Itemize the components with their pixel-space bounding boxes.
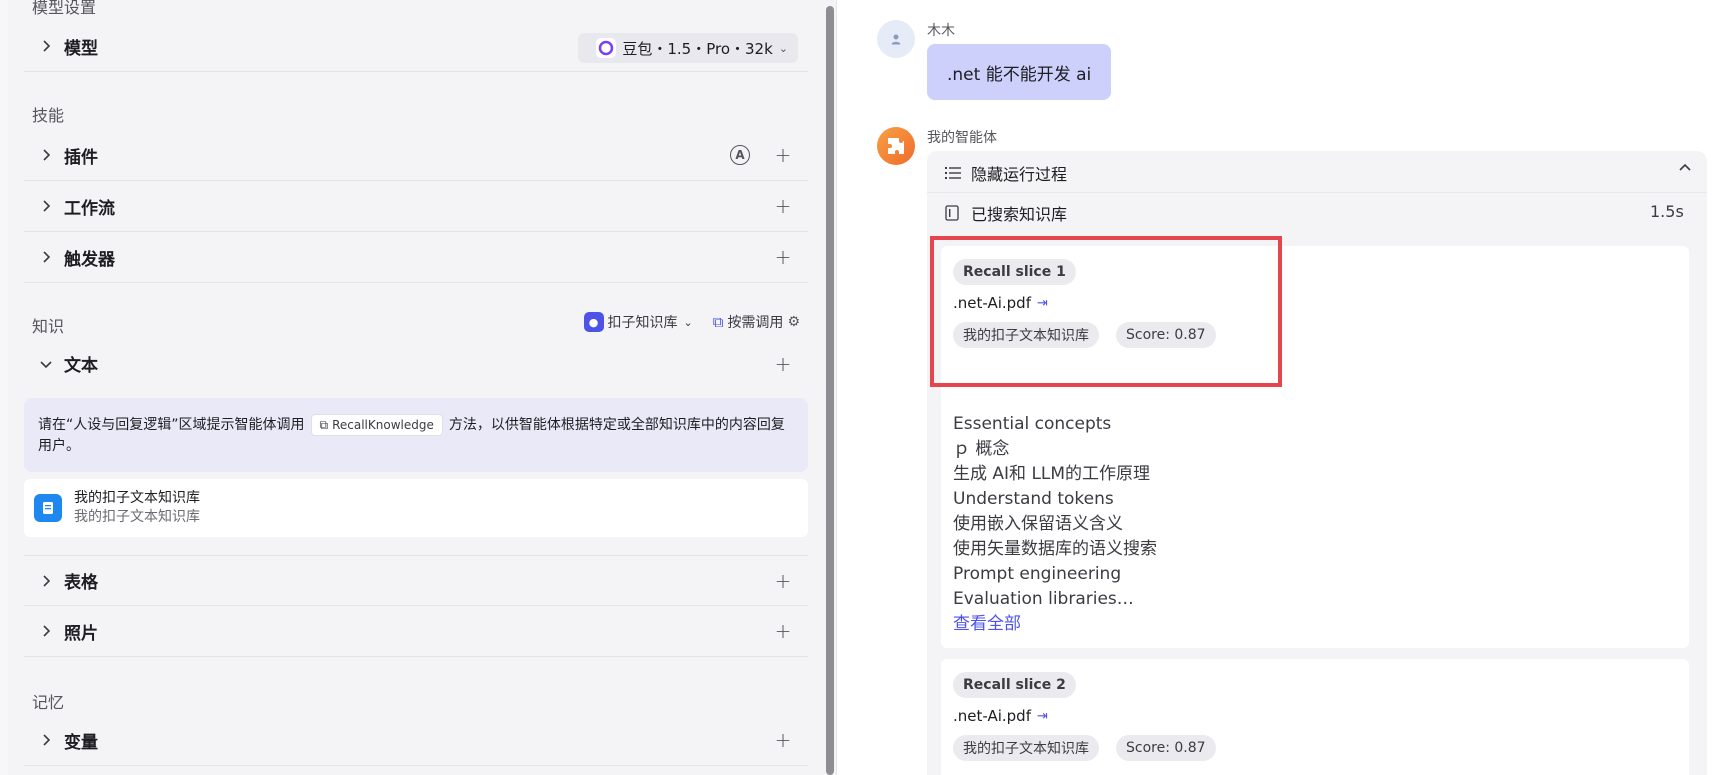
skill-label: 插件: [64, 147, 98, 168]
kb-item[interactable]: 我的扣子文本知识库 我的扣子文本知识库: [24, 479, 808, 537]
chevron-down-icon[interactable]: ⌄: [684, 316, 693, 329]
model-select[interactable]: 豆包・1.5・Pro・32k ⌄: [578, 33, 798, 63]
add-variable-button[interactable]: +: [772, 728, 794, 752]
skill-label: 工作流: [64, 198, 115, 219]
search-step-label: 已搜索知识库: [971, 205, 1068, 224]
auto-badge-icon[interactable]: A: [730, 145, 750, 165]
memory-title: 记忆: [32, 693, 65, 712]
model-select-value: 豆包・1.5・Pro・32k: [622, 39, 773, 58]
knowledge-tools: ● 扣子知识库 ⌄ ⧉ 按需调用 ⚙: [583, 312, 800, 332]
model-section-title: 模型设置: [32, 0, 97, 17]
kb-source-select[interactable]: 扣子知识库: [608, 312, 678, 332]
knowledge-title: 知识: [32, 317, 65, 336]
content-line: 使用矢量数据库的语义搜索: [953, 539, 1157, 559]
content-line: Prompt engineering: [953, 564, 1122, 584]
skill-label: 触发器: [64, 249, 115, 270]
open-link-icon: ⇥: [1037, 708, 1048, 724]
add-text-button[interactable]: +: [772, 352, 794, 376]
skill-row-plugin[interactable]: 插件 A +: [24, 130, 808, 181]
scrollbar-thumb[interactable]: [826, 6, 834, 775]
kb-item-desc: 我的扣子文本知识库: [74, 509, 200, 525]
view-all-link[interactable]: 查看全部: [953, 612, 1157, 637]
recall-knowledge-label: RecallKnowledge: [332, 418, 434, 432]
content-line: 使用嵌入保留语义含义: [953, 514, 1123, 534]
kb-mode-button[interactable]: 按需调用: [727, 312, 783, 332]
add-workflow-button[interactable]: +: [772, 194, 794, 218]
slice-kb-tag: 我的扣子文本知识库: [953, 735, 1099, 761]
doubao-logo-icon: [596, 38, 617, 58]
recall-hint: 请在“人设与回复逻辑”区域提示智能体调用 ⧉ RecallKnowledge 方法，以…: [24, 398, 808, 472]
search-time: 1.5s: [1650, 202, 1684, 221]
hide-process-label: 隐藏运行过程: [971, 165, 1068, 184]
skill-row-workflow[interactable]: 工作流 +: [24, 181, 808, 232]
hide-process-toggle[interactable]: 隐藏运行过程: [945, 161, 1067, 185]
chevron-down-icon: [38, 356, 54, 372]
add-plugin-button[interactable]: +: [772, 143, 794, 167]
chevron-right-icon: [38, 623, 54, 639]
skill-row-trigger[interactable]: 触发器 +: [24, 232, 808, 283]
slice-score-tag: Score: 0.87: [1116, 735, 1216, 761]
scrollbar[interactable]: [824, 0, 836, 775]
chevron-down-icon: ⌄: [778, 41, 788, 55]
content-line: Evaluation libraries…: [953, 589, 1134, 609]
search-step: 已搜索知识库: [945, 201, 1067, 225]
photo-row[interactable]: 照片 +: [24, 606, 808, 657]
config-panel: 模型设置 模型 豆包・1.5・Pro・32k ⌄ 技能 插件 A + 工作流 +: [8, 0, 824, 775]
user-avatar: [877, 20, 915, 58]
slice-title: Recall slice 2: [953, 672, 1076, 698]
content-line: Understand tokens: [953, 489, 1114, 509]
recall-knowledge-chip[interactable]: ⧉ RecallKnowledge: [310, 414, 443, 436]
slice-content: Essential concepts ｐ 概念 生成 AI和 LLM的工作原理 …: [953, 412, 1157, 637]
content-line: Essential concepts: [953, 414, 1112, 434]
table-row[interactable]: 表格 +: [24, 555, 808, 606]
user-message: .net 能不能开发 ai: [927, 44, 1112, 100]
text-row[interactable]: 文本 +: [24, 338, 808, 389]
list-icon: [945, 167, 961, 179]
add-photo-button[interactable]: +: [772, 619, 794, 643]
coze-kb-icon: ●: [583, 312, 604, 332]
model-row-label: 模型: [64, 38, 98, 59]
skills-title: 技能: [32, 106, 65, 125]
kb-item-name: 我的扣子文本知识库: [74, 490, 200, 506]
app-window: 模型设置 模型 豆包・1.5・Pro・32k ⌄ 技能 插件 A + 工作流 +: [0, 0, 1719, 775]
slice-file-name: .net-Ai.pdf: [953, 707, 1031, 725]
content-line: 生成 AI和 LLM的工作原理: [953, 464, 1151, 484]
knowledge-icon: [945, 205, 959, 221]
add-trigger-button[interactable]: +: [772, 245, 794, 269]
copy-icon: ⧉: [319, 418, 329, 432]
user-name: 木木: [927, 23, 955, 39]
text-row-label: 文本: [64, 356, 98, 376]
highlight-annotation: [930, 236, 1282, 387]
chevron-right-icon: [38, 147, 54, 163]
chevron-up-icon[interactable]: [1678, 161, 1692, 179]
table-row-label: 表格: [64, 573, 98, 593]
content-line: ｐ 概念: [953, 439, 1010, 459]
slice-file-link[interactable]: .net-Ai.pdf ⇥: [953, 707, 1048, 725]
chevron-right-icon: [38, 38, 54, 54]
variable-row[interactable]: 变量 +: [24, 715, 808, 766]
photo-row-label: 照片: [64, 623, 98, 644]
hint-text-before: 请在“人设与回复逻辑”区域提示智能体调用: [38, 417, 305, 433]
document-icon: [34, 494, 62, 522]
bot-avatar: [877, 127, 915, 165]
puzzle-icon: ⧉: [712, 313, 724, 331]
gear-icon[interactable]: ⚙: [787, 314, 800, 330]
chevron-right-icon: [38, 249, 54, 265]
chevron-right-icon: [38, 198, 54, 214]
add-table-button[interactable]: +: [772, 569, 794, 593]
variable-row-label: 变量: [64, 732, 98, 753]
chevron-right-icon: [38, 732, 54, 748]
bot-name: 我的智能体: [927, 130, 997, 146]
chevron-right-icon: [38, 573, 54, 589]
